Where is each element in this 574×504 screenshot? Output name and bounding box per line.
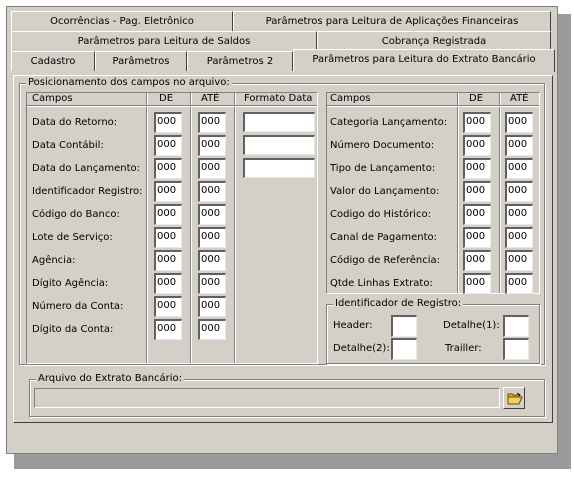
trailler-label: Trailler:	[445, 343, 482, 354]
left-de-input[interactable]: 000	[154, 273, 182, 294]
right-ate-input[interactable]: 000	[505, 227, 533, 248]
col-divider	[234, 93, 236, 363]
left-field-label: Identificador Registro:	[32, 186, 143, 197]
folder-open-icon	[507, 392, 523, 405]
col-divider	[499, 93, 501, 293]
tab-leitura-saldos[interactable]: Parâmetros para Leitura de Saldos	[11, 31, 317, 51]
right-field-label: Categoria Lançamento:	[330, 117, 448, 128]
left-de-input[interactable]: 000	[154, 296, 182, 317]
right-de-input[interactable]: 000	[463, 250, 491, 271]
right-de-input[interactable]: 000	[463, 227, 491, 248]
left-de-input[interactable]: 000	[154, 112, 182, 133]
detalhe1-label: Detalhe(1):	[443, 320, 500, 331]
left-ate-input[interactable]: 000	[198, 135, 226, 156]
dialog-window: Ocorrências - Pag. Eletrônico Parâmetros…	[6, 6, 558, 454]
right-ate-input[interactable]: 000	[505, 158, 533, 179]
left-header-ate: ATÉ	[201, 93, 220, 104]
left-field-label: Dígito Agência:	[32, 278, 109, 289]
right-ate-input[interactable]: 000	[505, 112, 533, 133]
trailler-input[interactable]	[503, 338, 529, 360]
right-header-campos: Campos	[330, 93, 371, 104]
tab-ocorrencias[interactable]: Ocorrências - Pag. Eletrônico	[11, 11, 233, 31]
detalhe2-input[interactable]	[391, 338, 417, 360]
left-field-label: Agência:	[32, 255, 76, 266]
right-ate-input[interactable]: 000	[505, 135, 533, 156]
tab-parametros-2[interactable]: Parâmetros 2	[187, 51, 293, 71]
formato-data-input-1[interactable]	[243, 112, 315, 132]
right-de-input[interactable]: 000	[463, 158, 491, 179]
header-input[interactable]	[391, 315, 417, 337]
col-divider	[457, 93, 459, 293]
right-ate-input[interactable]: 000	[505, 273, 533, 294]
left-de-input[interactable]: 000	[154, 204, 182, 225]
right-field-label: Codigo do Histórico:	[330, 209, 431, 220]
right-de-input[interactable]: 000	[463, 204, 491, 225]
detalhe2-label: Detalhe(2):	[333, 343, 390, 354]
identificador-group: Identificador de Registro: Header: Detal…	[326, 298, 540, 364]
left-ate-input[interactable]: 000	[198, 319, 226, 340]
right-de-input[interactable]: 000	[463, 112, 491, 133]
left-field-label: Dígito da Conta:	[32, 324, 114, 335]
left-header-campos: Campos	[32, 93, 73, 104]
right-de-input[interactable]: 000	[463, 273, 491, 294]
positioning-title: Posicionamento dos campos no arquivo:	[26, 77, 232, 89]
left-ate-input[interactable]: 000	[198, 296, 226, 317]
right-field-label: Número Documento:	[330, 140, 435, 151]
identificador-title: Identificador de Registro:	[333, 298, 464, 310]
col-divider	[190, 93, 192, 363]
right-ate-input[interactable]: 000	[505, 181, 533, 202]
right-de-input[interactable]: 000	[463, 135, 491, 156]
left-field-label: Data do Lançamento:	[32, 163, 141, 174]
left-de-input[interactable]: 000	[154, 135, 182, 156]
left-de-input[interactable]: 000	[154, 319, 182, 340]
left-field-label: Número da Conta:	[32, 301, 124, 312]
left-de-input[interactable]: 000	[154, 227, 182, 248]
arquivo-title: Arquivo do Extrato Bancário:	[36, 373, 185, 385]
left-de-input[interactable]: 000	[154, 181, 182, 202]
formato-data-input-2[interactable]	[243, 135, 315, 155]
left-ate-input[interactable]: 000	[198, 204, 226, 225]
left-ate-input[interactable]: 000	[198, 112, 226, 133]
left-ate-input[interactable]: 000	[198, 227, 226, 248]
browse-folder-button[interactable]	[503, 387, 525, 409]
tab-leitura-extrato[interactable]: Parâmetros para Leitura do Extrato Bancá…	[293, 49, 555, 72]
right-field-label: Canal de Pagamento:	[330, 232, 438, 243]
tab-leitura-aplicacoes[interactable]: Parâmetros para Leitura de Aplicações Fi…	[233, 11, 551, 31]
detalhe1-input[interactable]	[503, 315, 529, 337]
left-header-formato: Formato Data	[244, 93, 313, 104]
left-ate-input[interactable]: 000	[198, 273, 226, 294]
left-field-label: Lote de Serviço:	[32, 232, 113, 243]
arquivo-path-field[interactable]	[34, 388, 500, 408]
header-label: Header:	[333, 320, 373, 331]
left-ate-input[interactable]: 000	[198, 250, 226, 271]
right-field-label: Código de Referência:	[330, 255, 441, 266]
right-header-ate: ATÉ	[510, 93, 529, 104]
left-field-label: Data Contábil:	[32, 140, 104, 151]
right-field-label: Tipo de Lançamento:	[330, 163, 436, 174]
right-de-input[interactable]: 000	[463, 181, 491, 202]
header-divider	[27, 105, 317, 107]
header-divider	[327, 105, 539, 107]
formato-data-input-3[interactable]	[243, 158, 315, 178]
right-ate-input[interactable]: 000	[505, 204, 533, 225]
positioning-group: Posicionamento dos campos no arquivo: Ca…	[19, 77, 545, 365]
left-ate-input[interactable]: 000	[198, 158, 226, 179]
left-ate-input[interactable]: 000	[198, 181, 226, 202]
left-field-label: Código do Banco:	[32, 209, 120, 220]
tab-parametros[interactable]: Parâmetros	[95, 51, 187, 71]
right-field-label: Qtde Linhas Extrato:	[330, 278, 433, 289]
left-de-input[interactable]: 000	[154, 158, 182, 179]
right-field-label: Valor do Lançamento:	[330, 186, 440, 197]
left-de-input[interactable]: 000	[154, 250, 182, 271]
left-header-de: DE	[159, 93, 174, 104]
right-ate-input[interactable]: 000	[505, 250, 533, 271]
col-divider	[146, 93, 148, 363]
tab-cadastro[interactable]: Cadastro	[11, 51, 95, 71]
left-field-label: Data do Retorno:	[32, 117, 118, 128]
right-header-de: DE	[469, 93, 484, 104]
arquivo-group: Arquivo do Extrato Bancário:	[29, 373, 545, 417]
tab-cobranca-registrada[interactable]: Cobrança Registrada	[317, 31, 551, 51]
